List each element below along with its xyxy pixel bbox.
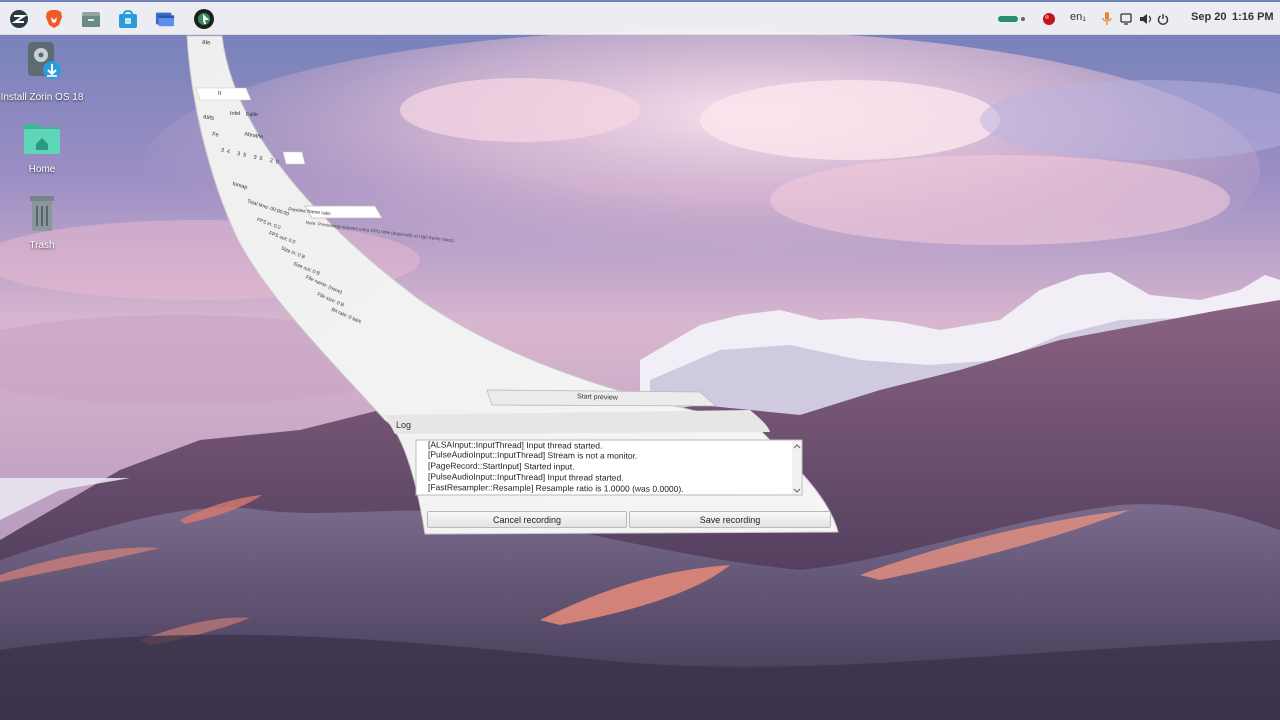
recorder-option-label: Fe [211,131,220,139]
log-line: [PageRecord::StartInput] Started input. [427,460,575,472]
recorder-tab-label: ate [201,39,211,47]
recorder-window[interactable] [0,0,1280,720]
log-line: [PulseAudioInput::InputThread] Input thr… [427,471,624,483]
cancel-recording-button[interactable]: Cancel recording [427,511,627,528]
start-preview-button[interactable]: Start preview [577,393,618,401]
recorder-option-label: Falle [246,112,258,118]
log-line: [PulseAudioInput::InputThread] Stream is… [427,449,638,461]
recorder-option-label: Infel [230,111,241,117]
log-header: Log [396,420,412,430]
log-line: [FastResampler::Resample] Resample ratio… [427,482,684,494]
save-recording-button[interactable]: Save recording [629,511,831,528]
recorder-tab-left[interactable]: Ir [218,91,222,97]
